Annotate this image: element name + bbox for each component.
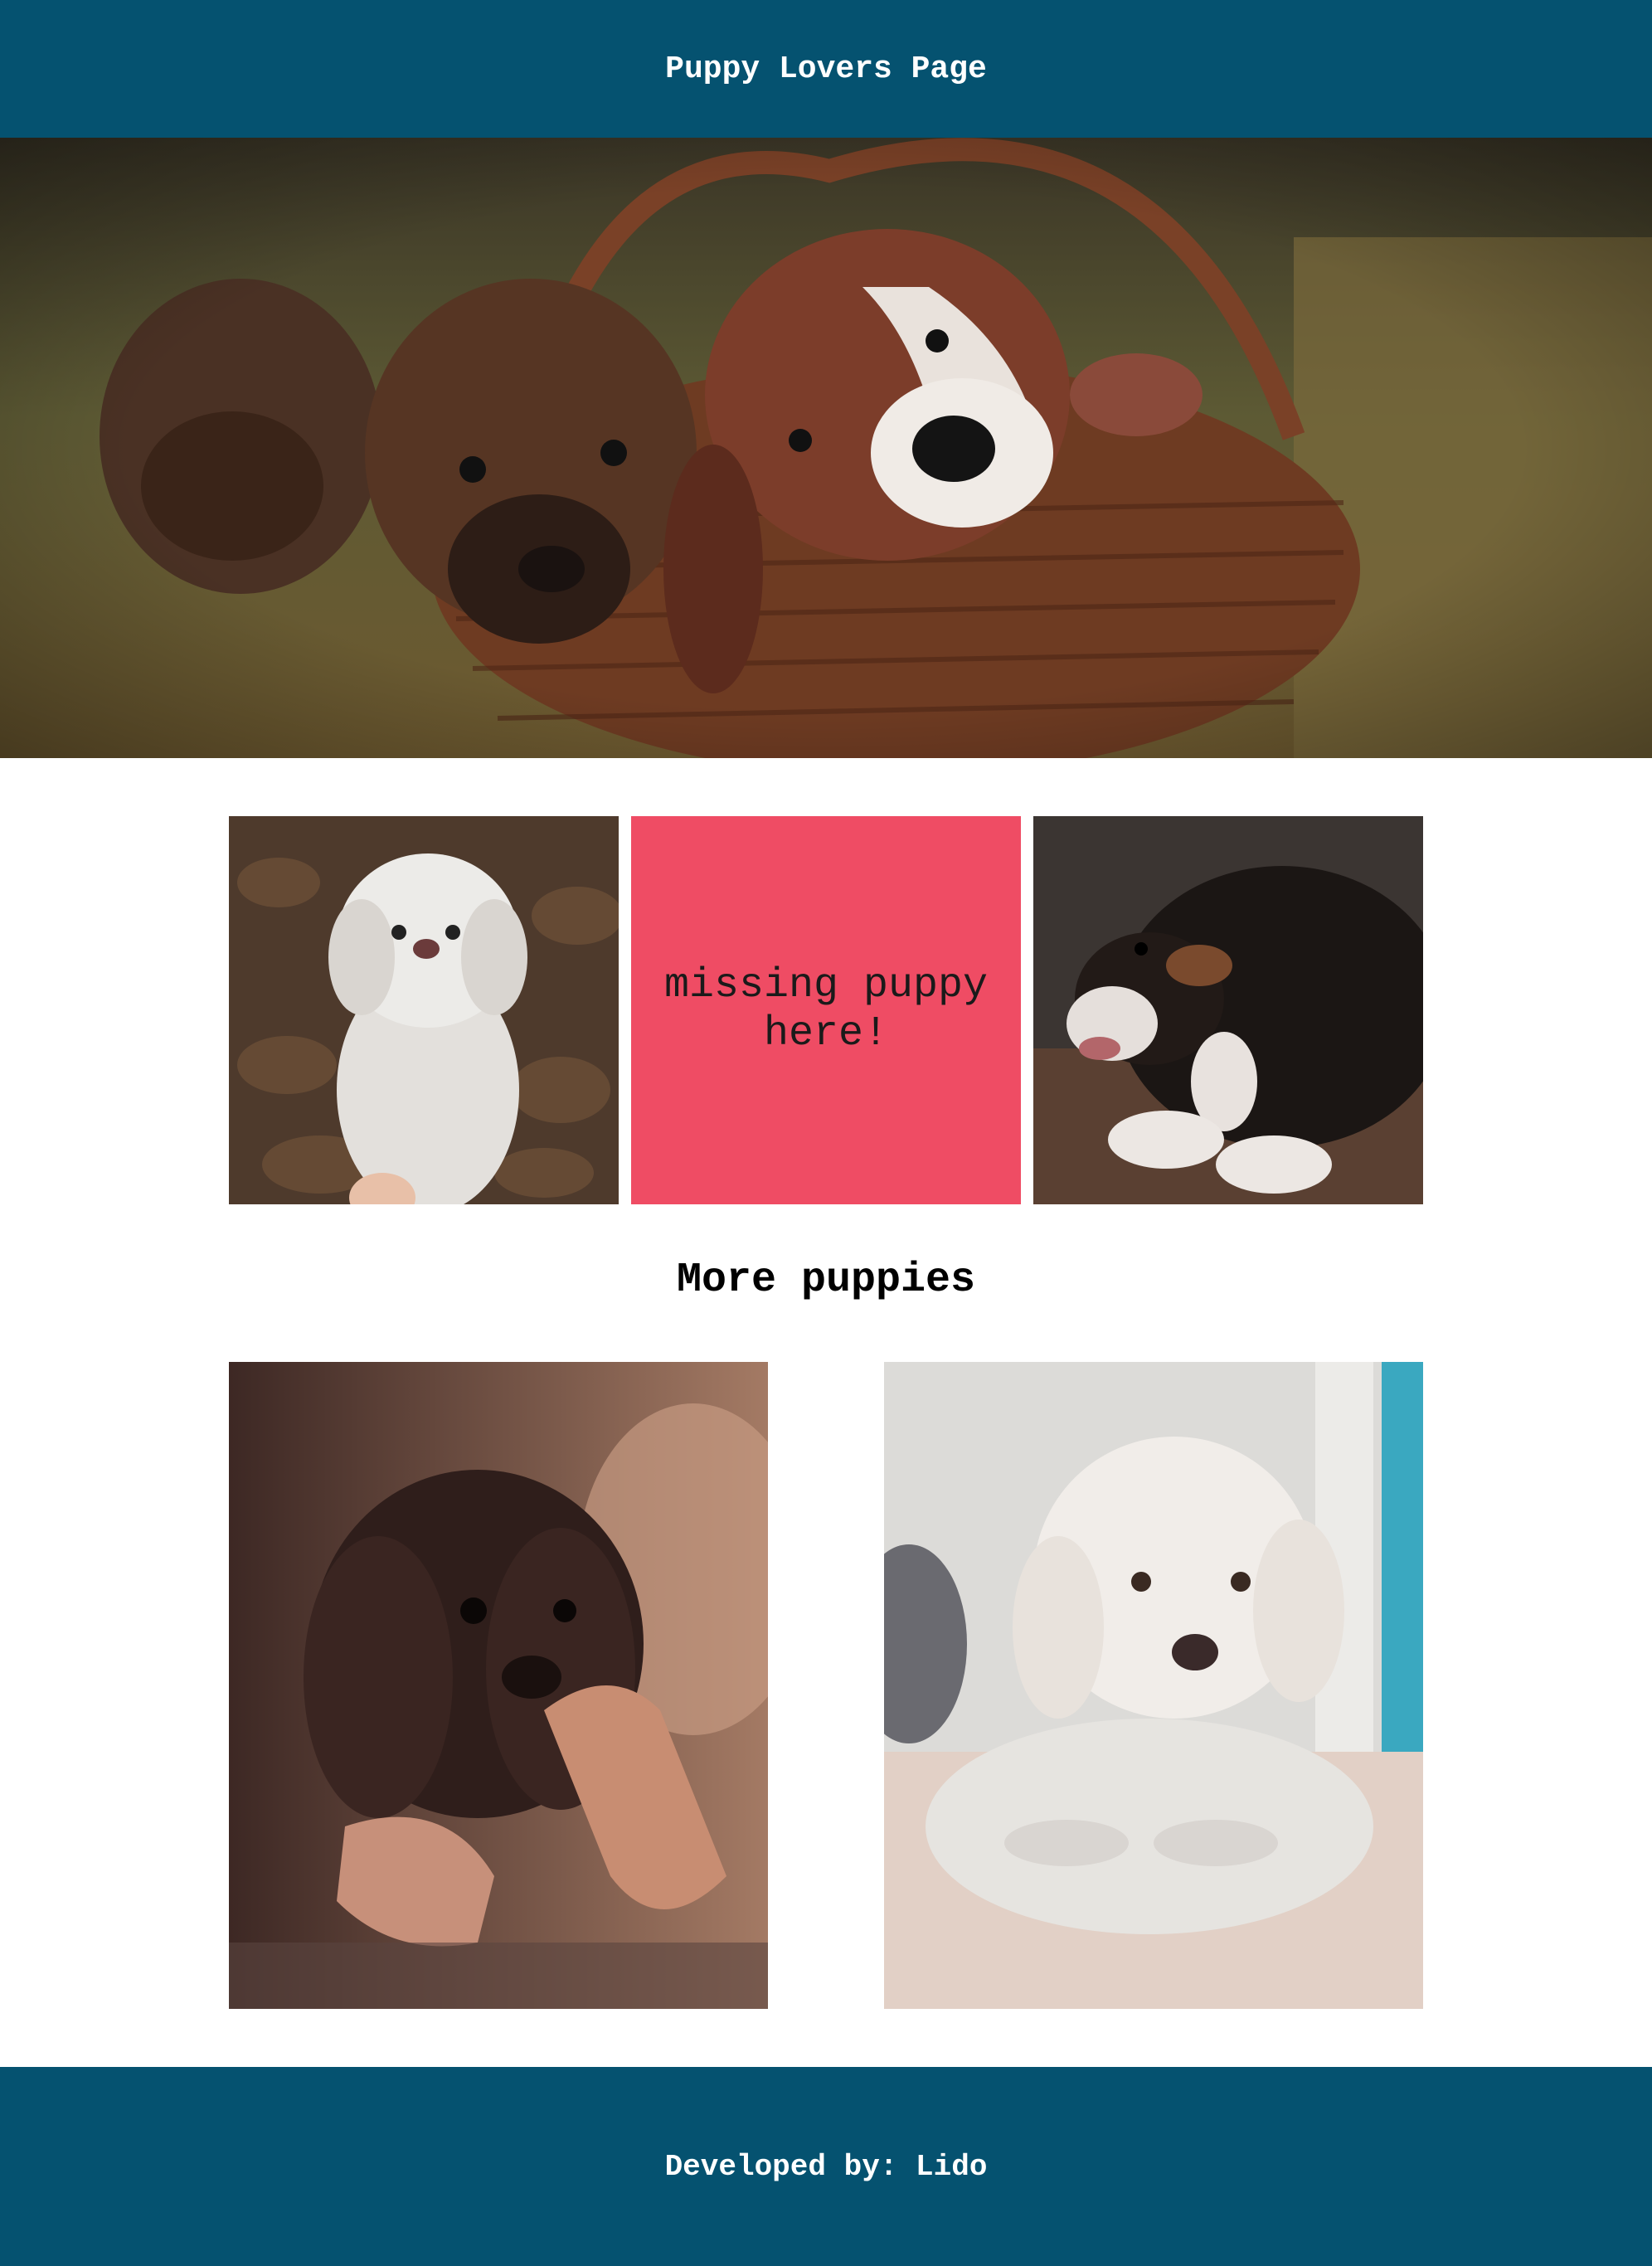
missing-puppy-placeholder: missing puppy here! bbox=[631, 816, 1021, 1204]
puppy-photo-black bbox=[1033, 816, 1423, 1204]
hero-image-puppies-in-basket bbox=[0, 138, 1652, 758]
footer-credit: Developed by: Lido bbox=[664, 2149, 988, 2184]
puppy-photo-white-curly bbox=[229, 816, 619, 1204]
more-puppies-heading: More puppies bbox=[676, 1257, 976, 1304]
puppy-photo-brown-spaniel bbox=[229, 1362, 768, 2009]
page-footer: Developed by: Lido bbox=[0, 2067, 1652, 2266]
missing-puppy-text: missing puppy here! bbox=[663, 962, 989, 1058]
dog-photo-white-poodle bbox=[884, 1362, 1423, 2009]
page-title: Puppy Lovers Page bbox=[665, 51, 987, 87]
page-header: Puppy Lovers Page bbox=[0, 0, 1652, 138]
